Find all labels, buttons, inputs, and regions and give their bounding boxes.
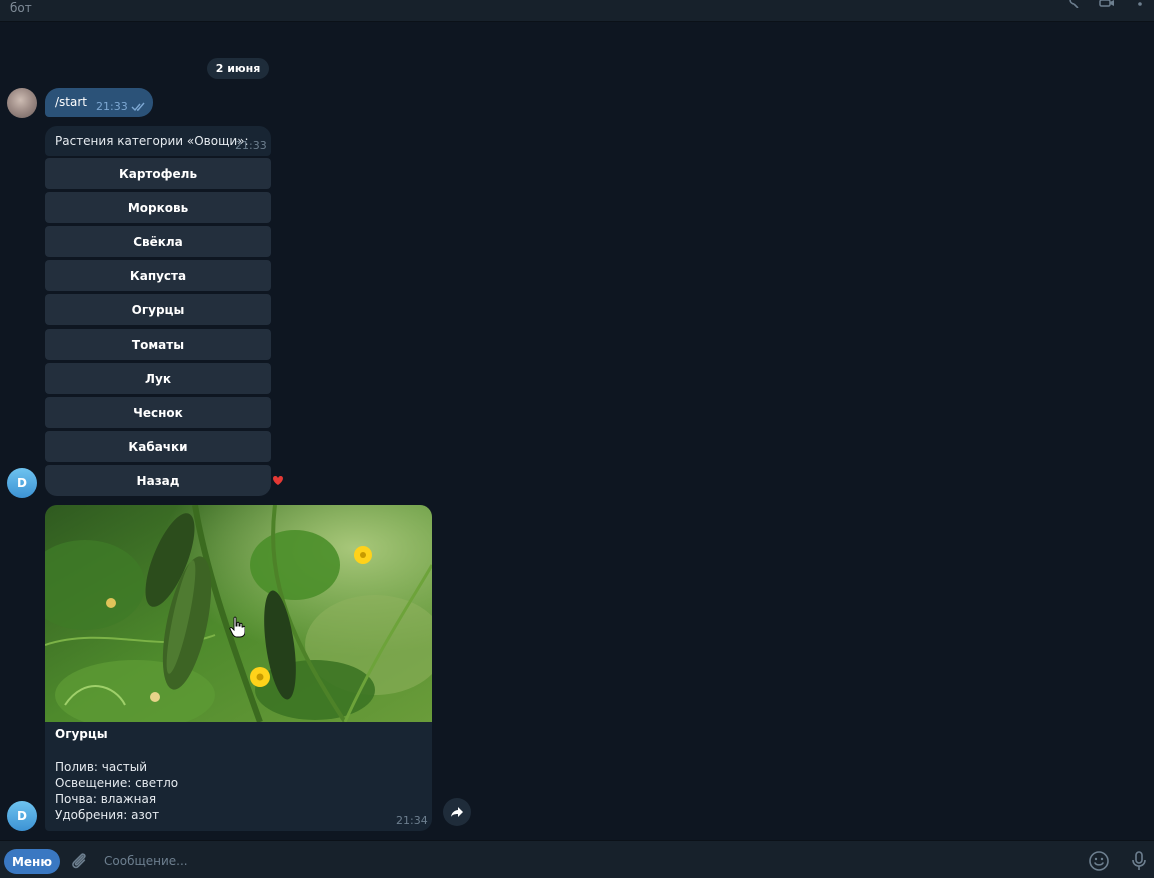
- chat-status: бот: [10, 1, 32, 15]
- double-check-icon: [131, 102, 145, 112]
- user-avatar[interactable]: [7, 88, 37, 118]
- message-input[interactable]: [100, 847, 1060, 875]
- message-time: 21:33: [96, 100, 128, 113]
- caption-line-soil: Почва: влажная: [55, 792, 157, 806]
- keyboard-button-ogurcy[interactable]: Огурцы: [45, 294, 271, 325]
- more-options-icon[interactable]: [1132, 0, 1148, 8]
- paperclip-icon[interactable]: [68, 850, 90, 872]
- emoji-icon[interactable]: [1088, 850, 1110, 872]
- caption-line-fertilizer: Удобрения: азот: [55, 808, 160, 822]
- hand-cursor-icon: [229, 616, 245, 638]
- telegram-chat-window: бот 2 июня /start 21:33 Растения категор…: [0, 0, 1154, 878]
- microphone-icon[interactable]: [1129, 850, 1149, 872]
- message-text: Растения категории «Овощи»:: [55, 134, 249, 148]
- cucumber-photo[interactable]: [45, 505, 432, 722]
- keyboard-button-chesnok[interactable]: Чеснок: [45, 397, 271, 428]
- keyboard-button-kabachki[interactable]: Кабачки: [45, 431, 271, 462]
- forward-icon: [451, 807, 463, 817]
- chat-header: бот: [0, 0, 1154, 22]
- keyboard-button-back[interactable]: Назад: [45, 465, 271, 496]
- bot-menu-button[interactable]: Меню: [4, 849, 60, 874]
- video-call-icon[interactable]: [1099, 0, 1115, 8]
- keyboard-button-kartofel[interactable]: Картофель: [45, 158, 271, 189]
- message-text: /start: [55, 95, 87, 109]
- keyboard-button-tomaty[interactable]: Томаты: [45, 329, 271, 360]
- bot-avatar[interactable]: D: [7, 801, 37, 831]
- keyboard-button-morkov[interactable]: Морковь: [45, 192, 271, 223]
- bot-avatar[interactable]: D: [7, 468, 37, 498]
- message-time: 21:33: [235, 139, 267, 152]
- caption-line-watering: Полив: частый: [55, 760, 148, 774]
- forward-button[interactable]: [443, 798, 471, 826]
- message-composer: Меню: [0, 840, 1154, 878]
- photo-message[interactable]: Огурцы Полив: частый Освещение: светло П…: [45, 505, 432, 831]
- search-icon[interactable]: [1064, 0, 1080, 8]
- photo-caption-title: Огурцы: [55, 727, 108, 741]
- bot-message[interactable]: Растения категории «Овощи»: 21:33: [45, 126, 271, 156]
- keyboard-button-kapusta[interactable]: Капуста: [45, 260, 271, 291]
- message-time: 21:34: [396, 814, 428, 827]
- caption-line-lighting: Освещение: светло: [55, 776, 179, 790]
- cucumber-image: [45, 505, 432, 722]
- keyboard-button-luk[interactable]: Лук: [45, 363, 271, 394]
- outgoing-message[interactable]: /start 21:33: [45, 88, 153, 117]
- keyboard-button-svekla[interactable]: Свёкла: [45, 226, 271, 257]
- date-separator: 2 июня: [207, 58, 269, 79]
- heart-icon[interactable]: [270, 472, 286, 488]
